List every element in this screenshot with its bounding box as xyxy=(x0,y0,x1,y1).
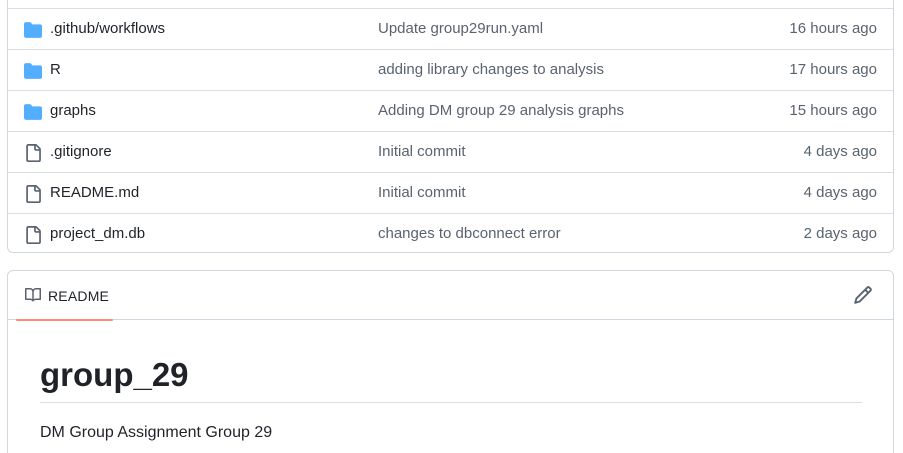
commit-message[interactable]: Initial commit xyxy=(378,184,466,201)
file-row-r[interactable]: R adding library changes to analysis 17 … xyxy=(8,49,893,90)
commit-time: 2 days ago xyxy=(803,225,877,242)
file-name[interactable]: R xyxy=(50,61,61,78)
tab-readme[interactable]: README xyxy=(16,271,113,321)
divider xyxy=(40,402,862,403)
file-name[interactable]: .github/workflows xyxy=(50,20,165,37)
commit-message[interactable]: adding library changes to analysis xyxy=(378,61,604,78)
file-icon xyxy=(26,185,41,203)
file-name[interactable]: project_dm.db xyxy=(50,225,145,242)
commit-time: 4 days ago xyxy=(803,184,877,201)
folder-icon xyxy=(24,104,42,120)
file-name[interactable]: .gitignore xyxy=(50,143,112,160)
active-tab-indicator xyxy=(16,319,113,321)
file-name[interactable]: graphs xyxy=(50,102,96,119)
file-name[interactable]: README.md xyxy=(50,184,139,201)
file-row-graphs[interactable]: graphs Adding DM group 29 analysis graph… xyxy=(8,90,893,131)
file-row-gitignore[interactable]: .gitignore Initial commit 4 days ago xyxy=(8,131,893,172)
commit-time: 17 hours ago xyxy=(789,61,877,78)
file-row-project-db[interactable]: project_dm.db changes to dbconnect error… xyxy=(8,213,893,254)
readme-header: README xyxy=(8,271,893,321)
commit-message[interactable]: changes to dbconnect error xyxy=(378,225,561,242)
commit-time: 4 days ago xyxy=(803,143,877,160)
commit-time: 15 hours ago xyxy=(789,102,877,119)
readme-tab-label: README xyxy=(48,288,110,304)
pencil-icon[interactable] xyxy=(853,285,873,305)
file-icon xyxy=(26,144,41,162)
file-row-readme[interactable]: README.md Initial commit 4 days ago xyxy=(8,172,893,213)
file-row-github-workflows[interactable]: .github/workflows Update group29run.yaml… xyxy=(8,8,893,49)
commit-message[interactable]: Update group29run.yaml xyxy=(378,20,543,37)
folder-icon xyxy=(24,22,42,38)
file-icon xyxy=(26,226,41,244)
folder-icon xyxy=(24,63,42,79)
commit-time: 16 hours ago xyxy=(789,20,877,37)
book-icon xyxy=(25,288,42,302)
readme-title: group_29 xyxy=(40,356,189,393)
readme-panel: README group_29 DM Group Assignment Grou… xyxy=(7,270,894,453)
file-list: .github/workflows Update group29run.yaml… xyxy=(7,0,894,253)
readme-description: DM Group Assignment Group 29 xyxy=(40,424,273,441)
commit-message[interactable]: Initial commit xyxy=(378,143,466,160)
commit-message[interactable]: Adding DM group 29 analysis graphs xyxy=(378,102,624,119)
